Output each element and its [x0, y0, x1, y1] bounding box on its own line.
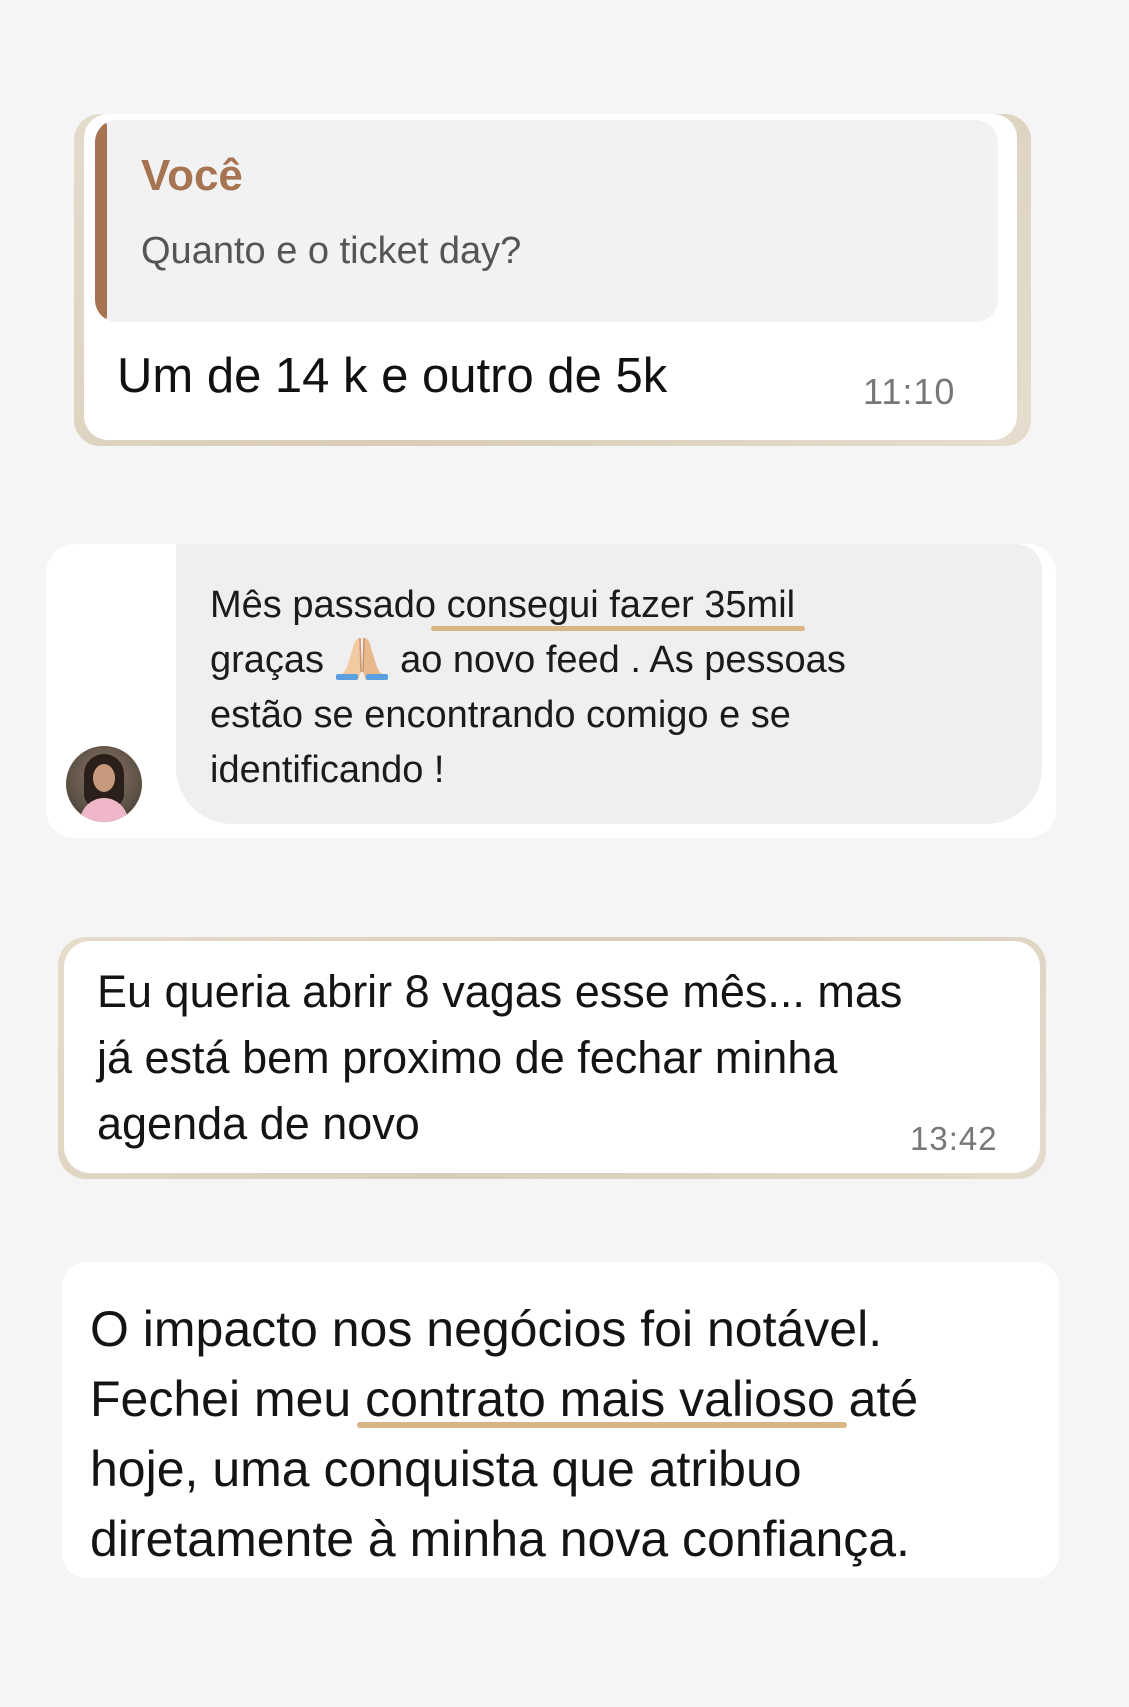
whatsapp-message-text: Eu queria abrir 8 vagas esse mês... mas … — [97, 959, 997, 1157]
dm-line-1-text: Mês passado — [210, 584, 447, 626]
highlighted-phrase-text: contrato mais valioso — [365, 1371, 835, 1427]
dm-line-2-start: graças — [210, 639, 325, 681]
message-timestamp: 11:10 — [863, 371, 956, 412]
quote-text: Quanto e o ticket day? — [141, 230, 522, 272]
testimonial-line-1: O impacto nos negócios foi notável. — [90, 1301, 883, 1357]
testimonial-line-3: hoje, uma conquista que atribuo — [90, 1441, 802, 1497]
message-line-3: agenda de novo — [97, 1098, 420, 1149]
message-line-2: já está bem proximo de fechar minha — [97, 1032, 838, 1083]
quote-accent-bar — [95, 120, 107, 322]
highlighted-phrase-text: consegui fazer 35mil — [446, 584, 796, 626]
dm-line-2-end: ao novo feed . As pessoas — [400, 639, 846, 681]
highlight-underline — [430, 626, 806, 631]
dm-line-3: estão se encontrando comigo e se — [210, 694, 791, 736]
quote-author: Você — [141, 151, 243, 200]
message-timestamp: 13:42 — [910, 1120, 998, 1157]
avatar[interactable] — [66, 746, 142, 822]
folded-hands-icon — [336, 637, 389, 680]
highlighted-phrase: contrato mais valioso — [357, 1364, 847, 1434]
testimonial-text: O impacto nos negócios foi notável. Fech… — [90, 1294, 1050, 1574]
reply-message-text: Um de 14 k e outro de 5k — [117, 349, 668, 403]
highlighted-phrase: consegui fazer 35mil — [430, 578, 806, 633]
testimonial-line-2-end: até — [834, 1371, 919, 1427]
message-line-1: Eu queria abrir 8 vagas esse mês... mas — [97, 966, 903, 1017]
dm-line-1: Mês passado consegui fazer 35mil — [210, 578, 990, 633]
highlight-underline — [357, 1422, 847, 1428]
dm-line-2: graças ao novo feed . As pessoas — [210, 633, 990, 688]
testimonial-line-2: Fechei meu contrato mais valioso até — [90, 1364, 1050, 1434]
avatar-face — [93, 764, 115, 792]
quoted-message[interactable]: Você Quanto e o ticket day? — [95, 120, 998, 322]
testimonial-line-4: diretamente à minha nova confiança. — [90, 1511, 910, 1567]
dm-message-text: Mês passado consegui fazer 35mil graças … — [210, 578, 990, 798]
dm-line-4: identificando ! — [210, 749, 445, 791]
testimonial-line-2-start: Fechei meu — [90, 1371, 366, 1427]
